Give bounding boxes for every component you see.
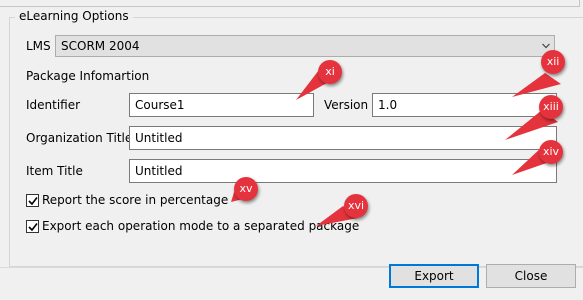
group-title: eLearning Options xyxy=(15,9,133,23)
chevron-down-icon xyxy=(542,43,550,49)
item-title-label: Item Title xyxy=(26,164,83,178)
version-input[interactable]: 1.0 xyxy=(372,93,557,117)
version-label: Version xyxy=(324,98,369,112)
organization-title-label: Organization Title xyxy=(26,131,133,145)
lms-label: LMS xyxy=(26,39,51,53)
callout-badge-xiv: xiv xyxy=(539,140,563,164)
export-modes-checkbox[interactable] xyxy=(26,220,39,233)
identifier-value: Course1 xyxy=(135,98,185,112)
item-title-value: Untitled xyxy=(135,164,183,178)
identifier-input[interactable]: Course1 xyxy=(129,93,314,117)
callout-badge-xv: xv xyxy=(234,177,258,201)
checkmark-icon xyxy=(28,197,38,206)
callout-badge-xiii: xiii xyxy=(539,95,563,119)
close-button[interactable]: Close xyxy=(486,264,576,288)
identifier-label: Identifier xyxy=(26,98,81,112)
organization-title-value: Untitled xyxy=(135,131,183,145)
export-button[interactable]: Export xyxy=(389,264,479,288)
previous-section-frame xyxy=(0,0,580,7)
callout-badge-xi: xi xyxy=(318,60,342,84)
package-info-label: Package Infomartion xyxy=(26,69,150,83)
organization-title-input[interactable]: Untitled xyxy=(129,126,557,150)
version-value: 1.0 xyxy=(378,98,398,112)
report-score-label: Report the score in percentage xyxy=(42,193,229,207)
elearning-options-dialog: eLearning Options LMS SCORM 2004 Package… xyxy=(0,0,583,300)
callout-badge-xvi: xvi xyxy=(344,194,368,218)
lms-selected-value: SCORM 2004 xyxy=(61,39,140,53)
report-score-checkbox[interactable] xyxy=(26,194,39,207)
export-modes-label: Export each operation mode to a separate… xyxy=(42,219,360,233)
lms-select[interactable]: SCORM 2004 xyxy=(55,35,555,57)
callout-badge-xii: xii xyxy=(541,50,565,74)
item-title-input[interactable]: Untitled xyxy=(129,159,557,183)
checkmark-icon xyxy=(28,223,38,232)
